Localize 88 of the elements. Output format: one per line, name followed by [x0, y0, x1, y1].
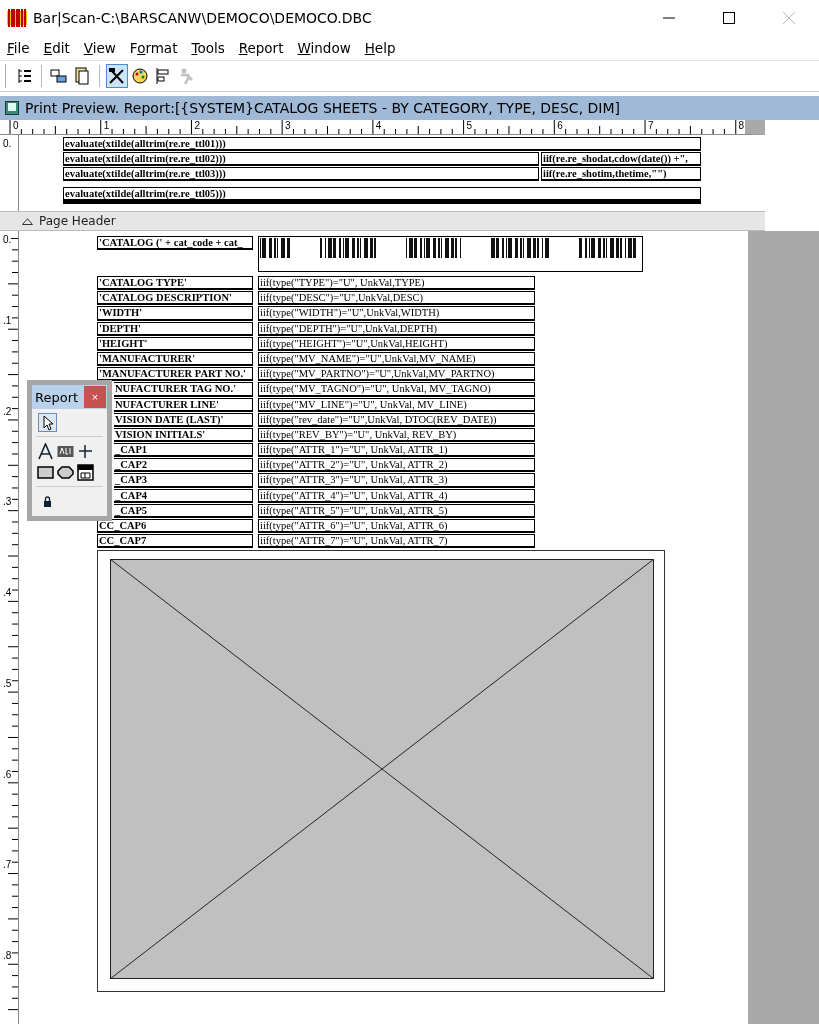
ruler-number: 0.: [3, 234, 12, 245]
ruler-number: 8: [737, 120, 746, 132]
hammer-wrench-icon[interactable]: [107, 65, 127, 87]
report-field[interactable]: _CAP1: [114, 443, 253, 458]
report-field[interactable]: 'MANUFACTURER': [97, 351, 253, 367]
app-logo-icon: [7, 8, 27, 28]
report-field[interactable]: iif(re.re_shotim,thetime,""): [541, 167, 701, 181]
ruler-number: 2: [193, 120, 201, 132]
report-field[interactable]: NUFACTURER TAG NO.': [114, 382, 253, 397]
close-button[interactable]: ×: [84, 386, 106, 408]
report-field[interactable]: iif(type("REV_BY")="U", UnkVal, REV_BY): [258, 427, 535, 443]
report-field[interactable]: 'MANUFACTURER PART NO.': [97, 367, 253, 382]
menu-item[interactable]: Window: [297, 40, 351, 56]
report-field[interactable]: NUFACTURER LINE': [114, 397, 253, 412]
ruler-number: 7: [646, 120, 655, 132]
report-field[interactable]: iif(re.re_shodat,cdow(date()) +",: [541, 152, 701, 166]
menu-item[interactable]: File: [7, 40, 30, 56]
report-field[interactable]: _CAP5: [114, 503, 253, 518]
report-field[interactable]: iif(type("WIDTH")="U",UnkVal,WIDTH): [258, 306, 535, 321]
report-field[interactable]: 'CATALOG DESCRIPTION': [97, 291, 253, 306]
palette-icon[interactable]: [130, 65, 150, 87]
window-title: Bar|Scan-C:\BARSCANW\DEMOCO\DEMOCO.DBC: [33, 10, 372, 26]
ruler-number: .3: [3, 496, 12, 508]
report-field[interactable]: iif(type("MV_NAME")="U",UnkVal,MV_NAME): [258, 351, 535, 367]
report-field[interactable]: evaluate(xtilde(alltrim(re.re_ttl02))): [63, 152, 539, 166]
ruler-number: 0: [12, 120, 20, 132]
ruler-number: 0.: [3, 138, 12, 149]
report-field[interactable]: iif(type("ATTR_4")="U", UnkVal, ATTR_4): [258, 488, 535, 503]
report-field[interactable]: 'CATALOG (' + cat_code + cat_: [97, 236, 253, 251]
report-field[interactable]: VISION DATE (LAST)': [114, 412, 253, 427]
report-field[interactable]: iif(type("ATTR_6")="U", UnkVal, ATTR_6): [258, 519, 535, 534]
ruler-number: .4: [3, 587, 12, 599]
ruler-number: 6: [556, 120, 564, 132]
ruler-number: 5: [465, 120, 474, 132]
collapse-icon: [22, 217, 33, 225]
report-field[interactable]: 'WIDTH': [97, 306, 253, 321]
report-field[interactable]: iif(type("ATTR_3")="U", UnkVal, ATTR_3): [258, 473, 535, 488]
report-field[interactable]: iif(type("ATTR_2")="U", UnkVal, ATTR_2): [258, 458, 535, 473]
ruler-number: 3: [284, 120, 292, 132]
report-field[interactable]: iif(type("ATTR_5")="U", UnkVal, ATTR_5): [258, 503, 535, 518]
report-field[interactable]: VISION INITIALS': [114, 427, 253, 443]
report-field[interactable]: 'CATALOG TYPE': [97, 276, 253, 291]
page-icon[interactable]: [72, 65, 92, 87]
report-field[interactable]: 'DEPTH': [97, 321, 253, 336]
barcode-drawing[interactable]: [258, 236, 643, 272]
ruler-number: .7: [3, 859, 12, 871]
ruler-number: .6: [3, 768, 12, 780]
ruler-number: .1: [3, 315, 12, 326]
report-field[interactable]: iif(type("ATTR_1")="U", UnkVal, ATTR_1): [258, 443, 535, 458]
ruler-number: .2: [3, 405, 12, 417]
menu-item[interactable]: Tools: [191, 40, 225, 56]
menu-item[interactable]: Format: [129, 40, 178, 56]
report-field[interactable]: iif(type("DESC")="U",UnkVal,DESC): [258, 291, 535, 306]
ruler-number: 4: [374, 120, 383, 132]
report-field[interactable]: iif(type("MV_TAGNO")="U", UnkVal, MV_TAGNO): [258, 382, 535, 397]
letter-icon[interactable]: [36, 442, 54, 460]
band-bar[interactable]: Page Header: [0, 211, 765, 231]
ruler-number: .5: [3, 677, 12, 689]
band-label: Page Header: [39, 214, 116, 228]
report-field[interactable]: iif(type("MV_PARTNO")="U",UnkVal,MV_PARTNO): [258, 367, 535, 382]
ruler-number: 1: [102, 120, 111, 132]
report-field[interactable]: evaluate(xtilde(alltrim(re.re_ttl05))): [63, 187, 701, 204]
report-field[interactable]: CC_CAP7: [97, 534, 253, 549]
line-icon[interactable]: [76, 442, 94, 460]
report-field[interactable]: evaluate(xtilde(alltrim(re.re_ttl03))): [63, 167, 539, 181]
report-field[interactable]: iif(type("MV_LINE")="U", UnkVal, MV_LINE): [258, 397, 535, 412]
report-field[interactable]: iif(type("TYPE")="U", UnkVal,TYPE): [258, 276, 535, 291]
toolbox-title: Report: [35, 389, 79, 405]
ole-object-icon[interactable]: [76, 463, 94, 481]
document-icon: [5, 101, 19, 115]
report-field[interactable]: 'HEIGHT': [97, 336, 253, 351]
report-field[interactable]: evaluate(xtilde(alltrim(re.re_ttl01))): [63, 137, 701, 151]
report-field[interactable]: iif(type("ATTR_7")="U", UnkVal, ATTR_7): [258, 534, 535, 549]
ruler-number: .8: [3, 949, 12, 961]
report-field[interactable]: iif(type("rev_date")="U",UnkVal, DTOC(REV_DATE)): [258, 412, 535, 427]
report-field[interactable]: _CAP4: [114, 488, 253, 503]
document-title: Print Preview. Report:[{SYSTEM}CATALOG SHEETS - BY CATEGORY, TYPE, DESC, DIM]: [25, 100, 620, 116]
menu-item[interactable]: Help: [364, 40, 396, 56]
report-field[interactable]: iif(type("DEPTH")="U",UnkVal,DEPTH): [258, 321, 535, 336]
menu-item[interactable]: View: [83, 40, 116, 56]
pointer-icon[interactable]: [39, 413, 56, 431]
report-field[interactable]: iif(type("HEIGHT")="U",UnkVal,HEIGHT): [258, 336, 535, 351]
menu-item[interactable]: Edit: [43, 40, 70, 56]
maximize-icon[interactable]: [723, 12, 735, 24]
report-field[interactable]: _CAP2: [114, 458, 253, 473]
menu-item[interactable]: Report: [238, 40, 284, 56]
report-field[interactable]: _CAP3: [114, 473, 253, 488]
rectangle-icon[interactable]: [36, 463, 54, 481]
